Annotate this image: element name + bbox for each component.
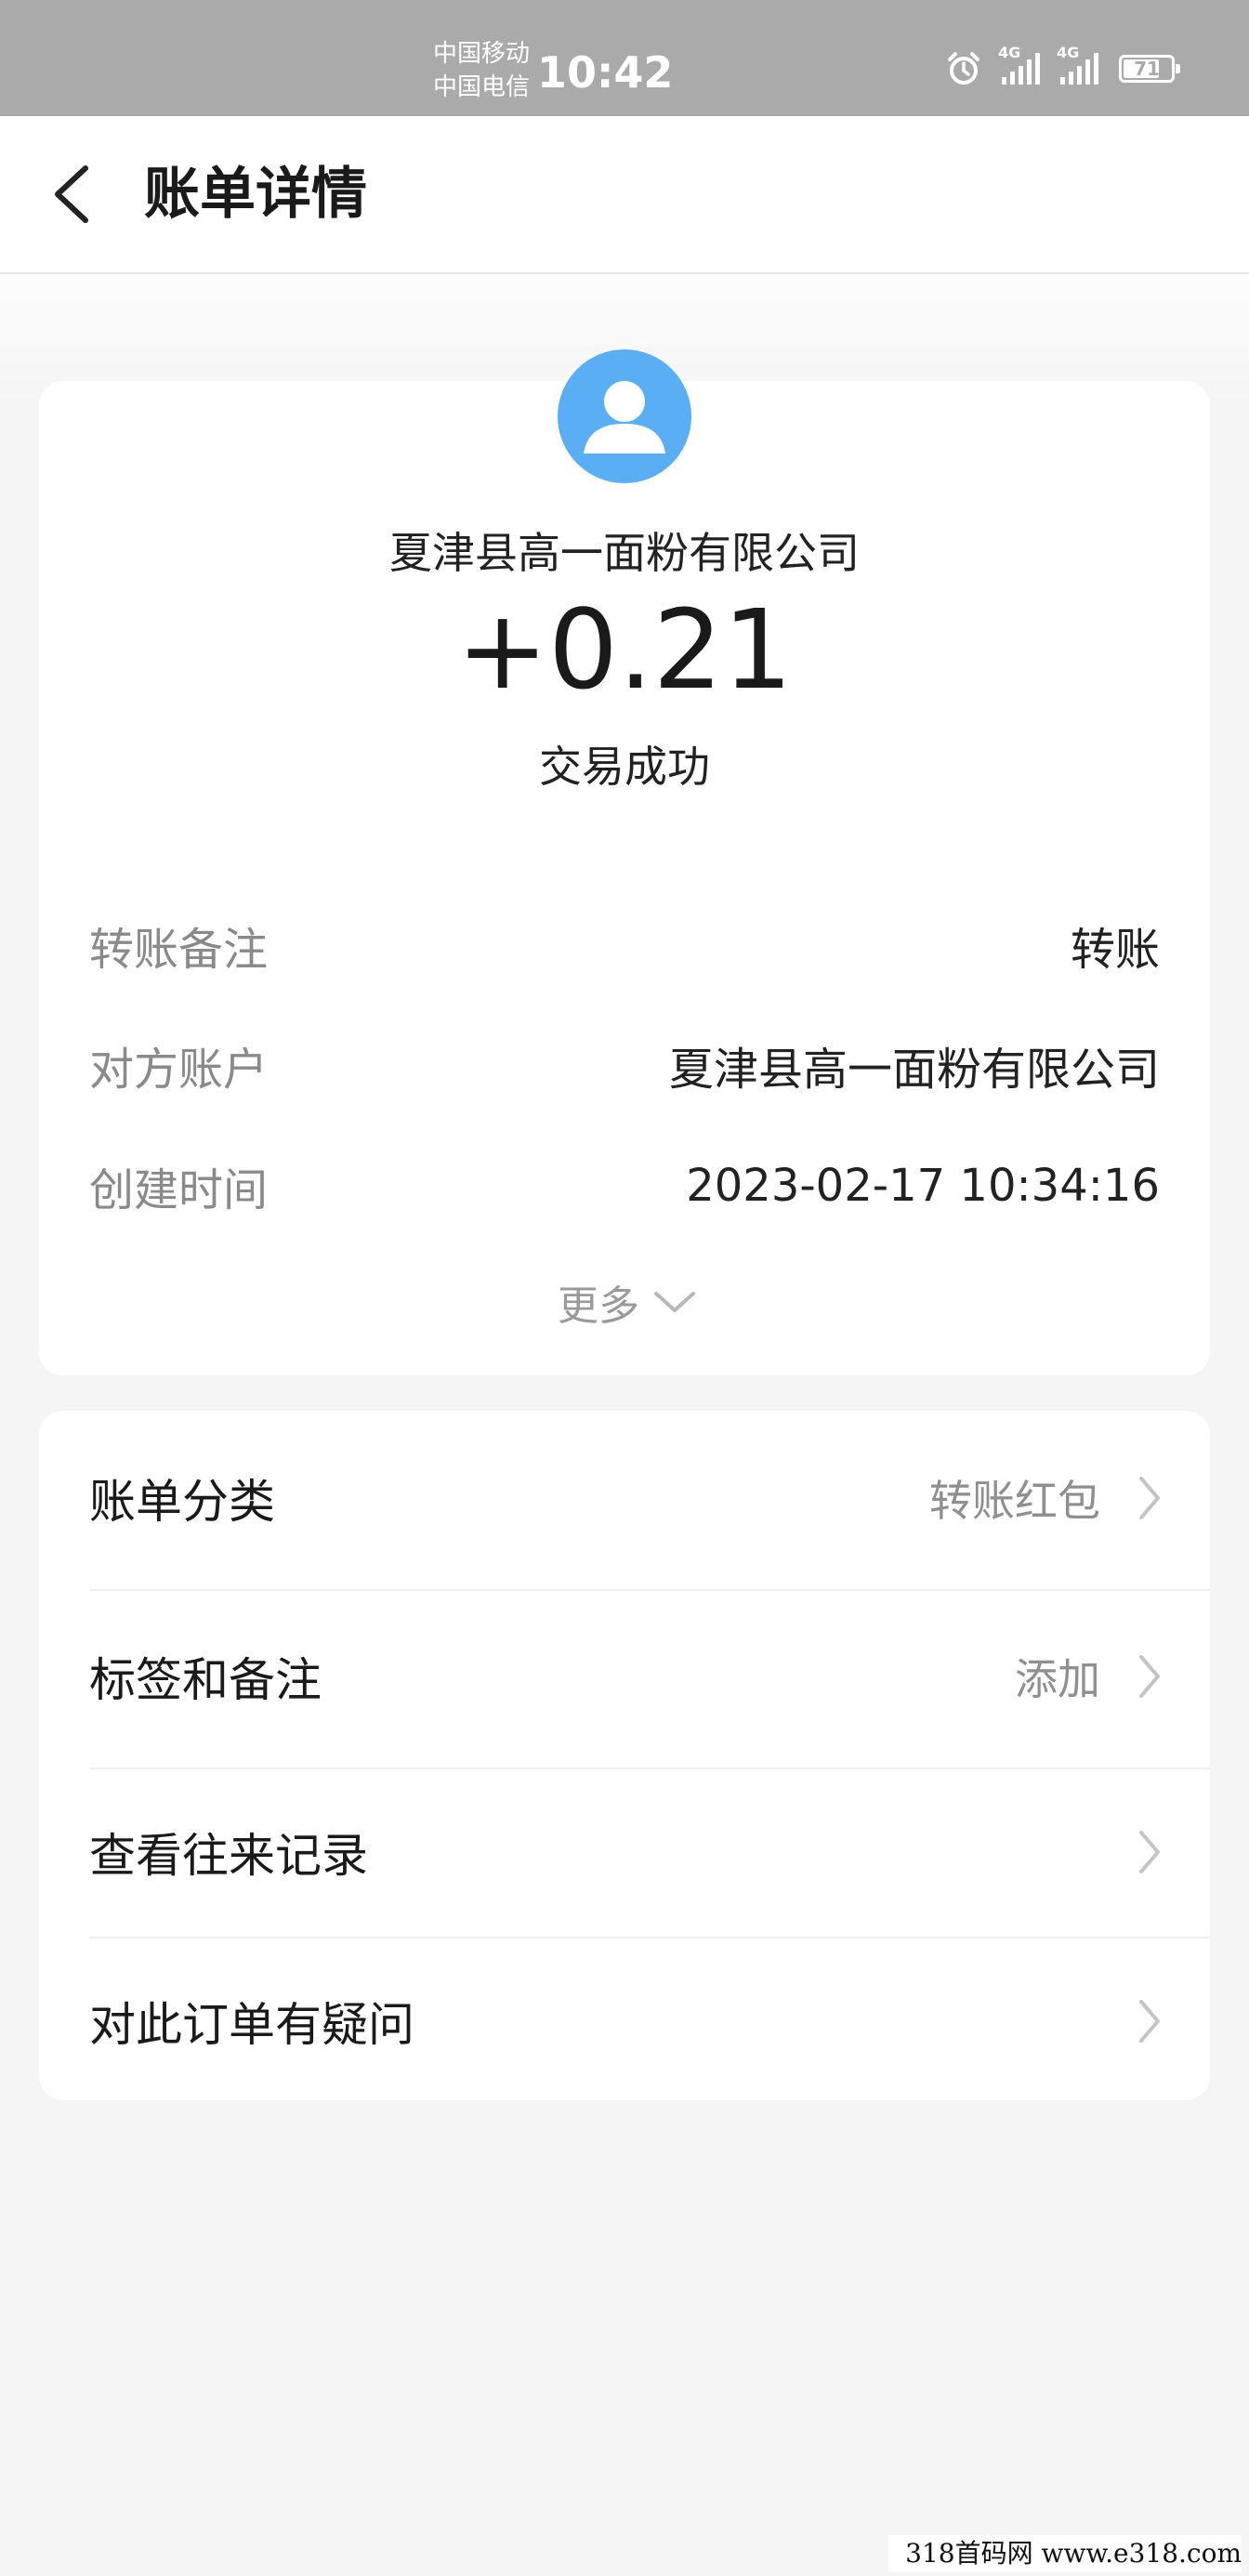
action-row-history[interactable]: 查看往来记录 xyxy=(89,1813,1162,1891)
action-row-bill-category[interactable]: 账单分类 转账红包 xyxy=(89,1459,1162,1537)
transaction-amount: +0.21 xyxy=(456,585,793,714)
transaction-status: 交易成功 xyxy=(539,742,710,792)
chevron-right-icon xyxy=(1139,1831,1160,1873)
battery-level: 71 xyxy=(1134,58,1160,80)
action-label: 查看往来记录 xyxy=(89,1829,368,1883)
carrier-labels: 中国移动 中国电信 xyxy=(433,37,530,104)
battery-icon: 71 xyxy=(1119,55,1180,83)
detail-row-created-time: 创建时间 2023-02-17 10:34:16 xyxy=(89,1149,1160,1223)
detail-label: 转账备注 xyxy=(89,924,269,976)
avatar xyxy=(558,349,691,483)
chevron-right-icon xyxy=(1139,1655,1160,1698)
more-label: 更多 xyxy=(558,1282,639,1330)
alarm-icon xyxy=(948,52,979,85)
payer-name: 夏津县高一面粉有限公司 xyxy=(389,528,860,578)
detail-row-counterparty: 对方账户 夏津县高一面粉有限公司 xyxy=(89,1028,1160,1102)
signal-icon-2: 4G xyxy=(1057,44,1098,85)
signal-icon-1: 4G xyxy=(998,44,1040,85)
carrier-2: 中国电信 xyxy=(433,73,531,101)
more-button[interactable]: 更多 xyxy=(558,1269,697,1334)
divider xyxy=(89,1589,1210,1591)
page-title: 账单详情 xyxy=(144,162,367,227)
status-icons: 4G 4G 71 xyxy=(946,44,1180,86)
action-row-order-question[interactable]: 对此订单有疑问 xyxy=(89,1982,1162,2060)
back-button[interactable] xyxy=(37,157,112,231)
action-value: 添加 xyxy=(1015,1654,1100,1704)
detail-value: 转账 xyxy=(1070,924,1160,976)
watermark-text: 318首码网 www.e318.com xyxy=(905,2538,1242,2569)
detail-label: 创建时间 xyxy=(89,1164,269,1216)
action-row-tags-notes[interactable]: 标签和备注 添加 xyxy=(89,1637,1162,1715)
action-label: 标签和备注 xyxy=(89,1653,322,1707)
detail-value: 夏津县高一面粉有限公司 xyxy=(668,1044,1160,1096)
divider xyxy=(89,1937,1210,1939)
action-label: 对此订单有疑问 xyxy=(89,1998,414,2052)
status-bar: 中国移动 中国电信 10:42 4G 4G 71 xyxy=(0,0,1249,116)
action-label: 账单分类 xyxy=(89,1475,275,1529)
nav-bar: 账单详情 xyxy=(0,116,1249,274)
network-type-1: 4G xyxy=(998,44,1021,61)
user-icon xyxy=(584,381,665,453)
detail-row-remark: 转账备注 转账 xyxy=(89,908,1160,982)
detail-value: 2023-02-17 10:34:16 xyxy=(686,1160,1160,1212)
chevron-down-icon xyxy=(654,1292,695,1312)
chevron-right-icon xyxy=(1139,1477,1160,1519)
chevron-left-icon xyxy=(55,165,88,223)
network-type-2: 4G xyxy=(1057,44,1080,61)
action-value: 转账红包 xyxy=(929,1476,1100,1526)
detail-label: 对方账户 xyxy=(89,1044,269,1096)
chevron-right-icon xyxy=(1139,2000,1160,2043)
carrier-1: 中国移动 xyxy=(433,40,531,68)
watermark: 318首码网 www.e318.com xyxy=(888,2535,1242,2572)
status-time: 10:42 xyxy=(537,47,674,98)
divider xyxy=(89,1768,1210,1769)
